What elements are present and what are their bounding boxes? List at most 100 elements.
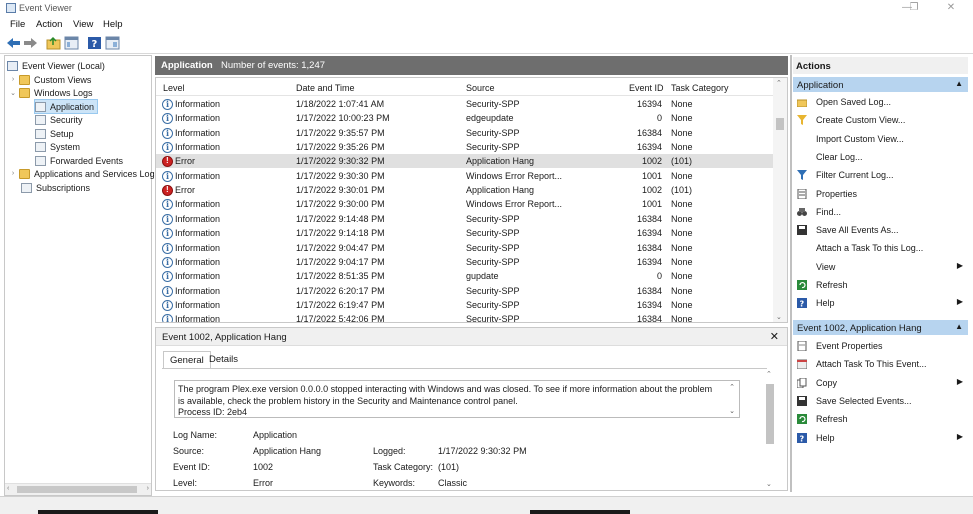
- tab-details[interactable]: Details: [203, 351, 244, 369]
- table-row[interactable]: Information 1/17/2022 9:35:26 PM Security-…: [156, 140, 773, 154]
- pane-splitter[interactable]: [790, 55, 792, 492]
- show-hide-console-tree-icon[interactable]: [64, 36, 79, 50]
- column-header-date-time[interactable]: Date and Time: [296, 83, 355, 93]
- action-copy[interactable]: Copy ▶: [793, 375, 968, 391]
- table-row[interactable]: Error 1/17/2022 9:30:01 PM Application Han…: [156, 183, 773, 197]
- menu-help[interactable]: Help: [103, 19, 123, 30]
- action-open-saved-log[interactable]: Open Saved Log...: [793, 94, 968, 110]
- back-arrow-icon[interactable]: [6, 36, 21, 50]
- tree-subscriptions[interactable]: Subscriptions: [21, 181, 90, 194]
- action-refresh[interactable]: Refresh: [793, 277, 968, 293]
- action-save-selected-events[interactable]: Save Selected Events...: [793, 393, 968, 409]
- tree-setup[interactable]: Setup: [35, 127, 74, 140]
- scroll-down-icon[interactable]: ⌄: [766, 480, 772, 488]
- scroll-down-icon[interactable]: ⌄: [729, 407, 735, 415]
- action-attach-task-to-this-event[interactable]: Attach Task To This Event...: [793, 356, 968, 372]
- action-view[interactable]: View ▶: [793, 259, 968, 275]
- table-row[interactable]: Information 1/17/2022 6:20:17 PM Security-…: [156, 284, 773, 298]
- action-help[interactable]: ? Help ▶: [793, 430, 968, 446]
- chevron-right-icon[interactable]: ›: [9, 76, 17, 83]
- tree-custom-views[interactable]: › Custom Views: [9, 73, 91, 86]
- table-row[interactable]: Information 1/17/2022 5:42:06 PM Security-…: [156, 312, 773, 322]
- menu-view[interactable]: View: [73, 19, 93, 30]
- table-row[interactable]: Information 1/17/2022 9:14:18 PM Security-…: [156, 226, 773, 240]
- forward-arrow-icon[interactable]: [23, 36, 38, 50]
- action-save-all-events-as[interactable]: Save All Events As...: [793, 222, 968, 238]
- event-description-box[interactable]: The program Plex.exe version 0.0.0.0 sto…: [174, 380, 740, 418]
- column-header-task-category[interactable]: Task Category: [671, 83, 729, 93]
- collapse-icon[interactable]: ▲: [955, 79, 963, 88]
- log-icon: [35, 101, 46, 112]
- cell-source: Windows Error Report...: [466, 170, 563, 181]
- collapse-icon[interactable]: ▲: [955, 322, 963, 331]
- chevron-right-icon[interactable]: ›: [9, 170, 17, 177]
- table-row[interactable]: Information 1/17/2022 9:04:17 PM Security-…: [156, 255, 773, 269]
- cell-level: Information: [175, 170, 221, 181]
- column-header-level[interactable]: Level: [163, 83, 185, 93]
- scroll-up-icon[interactable]: ⌃: [776, 79, 782, 87]
- information-icon: [162, 142, 173, 154]
- scroll-down-icon[interactable]: ⌄: [776, 313, 782, 321]
- tree-forwarded-events[interactable]: Forwarded Events: [35, 154, 123, 167]
- action-filter-current-log[interactable]: Filter Current Log...: [793, 167, 968, 183]
- table-row[interactable]: Information 1/17/2022 6:19:47 PM Security-…: [156, 298, 773, 312]
- table-row[interactable]: Information 1/17/2022 9:30:30 PM Windows E…: [156, 169, 773, 183]
- log-name: Application: [161, 60, 213, 71]
- table-row[interactable]: Information 1/17/2022 9:35:57 PM Security-…: [156, 126, 773, 140]
- scroll-up-icon[interactable]: ⌃: [729, 383, 735, 391]
- table-row[interactable]: Information 1/17/2022 9:14:48 PM Security-…: [156, 212, 773, 226]
- table-row[interactable]: Information 1/17/2022 10:00:23 PM edgeupda…: [156, 111, 773, 125]
- show-hide-action-pane-icon[interactable]: [105, 36, 120, 50]
- scroll-thumb[interactable]: [766, 384, 774, 444]
- tree-windows-logs[interactable]: ⌄ Windows Logs: [9, 86, 93, 99]
- scroll-right-icon[interactable]: ›: [147, 485, 149, 492]
- action-refresh[interactable]: Refresh: [793, 411, 968, 427]
- action-help[interactable]: ? Help ▶: [793, 295, 968, 311]
- menu-file[interactable]: File: [10, 19, 25, 30]
- tree-applications-services[interactable]: › Applications and Services Log: [9, 167, 155, 180]
- cell-task-category: None: [671, 199, 693, 210]
- action-find[interactable]: Find...: [793, 204, 968, 220]
- tree-event-viewer-local[interactable]: Event Viewer (Local): [7, 59, 105, 72]
- action-import-custom-view[interactable]: Import Custom View...: [793, 131, 968, 147]
- scroll-left-icon[interactable]: ‹: [7, 485, 9, 492]
- action-label: Open Saved Log...: [816, 97, 892, 107]
- cell-task-category: None: [671, 170, 693, 181]
- tree-application[interactable]: Application: [33, 99, 99, 114]
- table-vertical-scrollbar[interactable]: ⌃ ⌄: [773, 78, 787, 322]
- actions-section-event[interactable]: Event 1002, Application Hang ▲: [793, 320, 968, 335]
- column-header-source[interactable]: Source: [466, 83, 495, 93]
- actions-section-application[interactable]: Application ▲: [793, 77, 968, 92]
- action-attach-a-task-to-this-log[interactable]: Attach a Task To this Log...: [793, 240, 968, 256]
- chevron-down-icon[interactable]: ⌄: [9, 89, 17, 97]
- help-icon[interactable]: ?: [87, 36, 102, 50]
- table-row[interactable]: Information 1/18/2022 1:07:41 AM Security-…: [156, 97, 773, 111]
- restore-icon[interactable]: ❐: [907, 2, 921, 13]
- tree-horizontal-scrollbar[interactable]: ‹ ›: [5, 483, 151, 495]
- up-folder-icon[interactable]: [46, 36, 61, 50]
- scroll-thumb[interactable]: [17, 486, 137, 493]
- action-label: Import Custom View...: [816, 133, 904, 144]
- detail-vertical-scrollbar[interactable]: ⌃ ⌄: [765, 370, 775, 488]
- scroll-up-icon[interactable]: ⌃: [766, 370, 772, 378]
- column-header-event-id[interactable]: Event ID: [629, 83, 664, 93]
- menu-action[interactable]: Action: [36, 19, 62, 30]
- cell-task-category: None: [671, 271, 693, 282]
- cell-level: Information: [175, 213, 221, 224]
- information-icon: [162, 199, 173, 211]
- table-row[interactable]: Error 1/17/2022 9:30:32 PM Application Han…: [156, 154, 773, 169]
- close-detail-icon[interactable]: ✕: [770, 330, 779, 343]
- table-row[interactable]: Information 1/17/2022 8:51:35 PM gupdate 0N…: [156, 269, 773, 283]
- tree-security[interactable]: Security: [35, 113, 83, 126]
- table-row[interactable]: Information 1/17/2022 9:04:47 PM Security-…: [156, 241, 773, 255]
- cell-task-category: None: [671, 142, 693, 153]
- tree-system[interactable]: System: [35, 140, 80, 153]
- action-properties[interactable]: Properties: [793, 186, 968, 202]
- close-icon[interactable]: ✕: [944, 2, 958, 13]
- cell-source: Windows Error Report...: [466, 199, 563, 210]
- scroll-thumb[interactable]: [776, 118, 784, 130]
- action-clear-log[interactable]: Clear Log...: [793, 149, 968, 165]
- action-event-properties[interactable]: Event Properties: [793, 338, 968, 354]
- table-row[interactable]: Information 1/17/2022 9:30:00 PM Windows E…: [156, 197, 773, 211]
- action-create-custom-view[interactable]: Create Custom View...: [793, 112, 968, 128]
